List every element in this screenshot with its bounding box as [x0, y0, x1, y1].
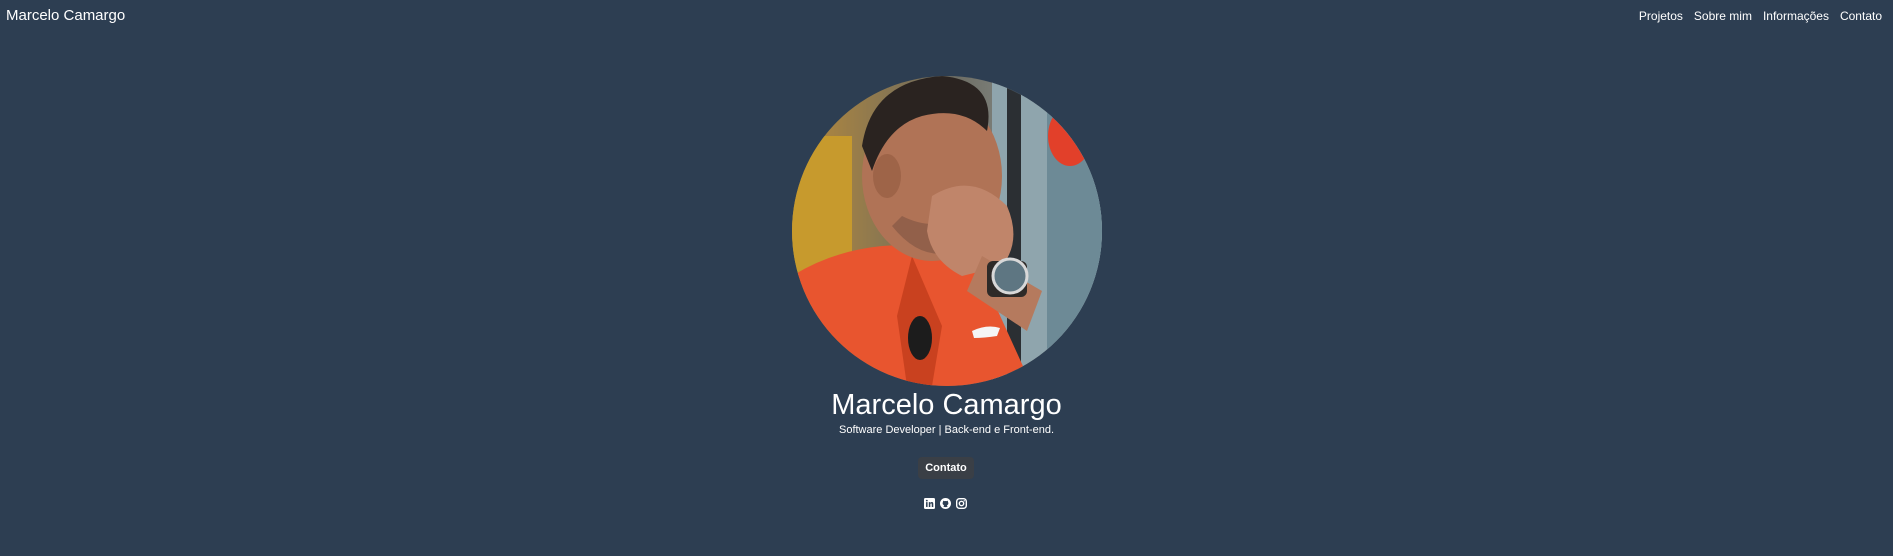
- nav-link-contato[interactable]: Contato: [1840, 9, 1882, 23]
- github-link[interactable]: [940, 498, 951, 509]
- github-icon: [940, 498, 951, 509]
- contact-button[interactable]: Contato: [918, 457, 974, 479]
- linkedin-link[interactable]: [924, 498, 935, 509]
- avatar-photo: [792, 76, 1102, 386]
- instagram-link[interactable]: [956, 498, 967, 509]
- brand-link[interactable]: Marcelo Camargo: [6, 7, 125, 24]
- hero-name: Marcelo Camargo: [831, 389, 1062, 421]
- nav-link-informacoes[interactable]: Informações: [1763, 9, 1829, 23]
- nav-link-projetos[interactable]: Projetos: [1639, 9, 1683, 23]
- linkedin-icon: [924, 498, 935, 509]
- hero-tagline: Software Developer | Back-end e Front-en…: [838, 424, 1055, 436]
- nav-links: Projetos Sobre mim Informações Contato: [1639, 9, 1882, 23]
- social-links: [924, 498, 967, 509]
- nav-link-sobre-mim[interactable]: Sobre mim: [1694, 9, 1752, 23]
- instagram-icon: [956, 498, 967, 509]
- avatar: [792, 76, 1102, 386]
- navbar: Marcelo Camargo Projetos Sobre mim Infor…: [0, 0, 1893, 30]
